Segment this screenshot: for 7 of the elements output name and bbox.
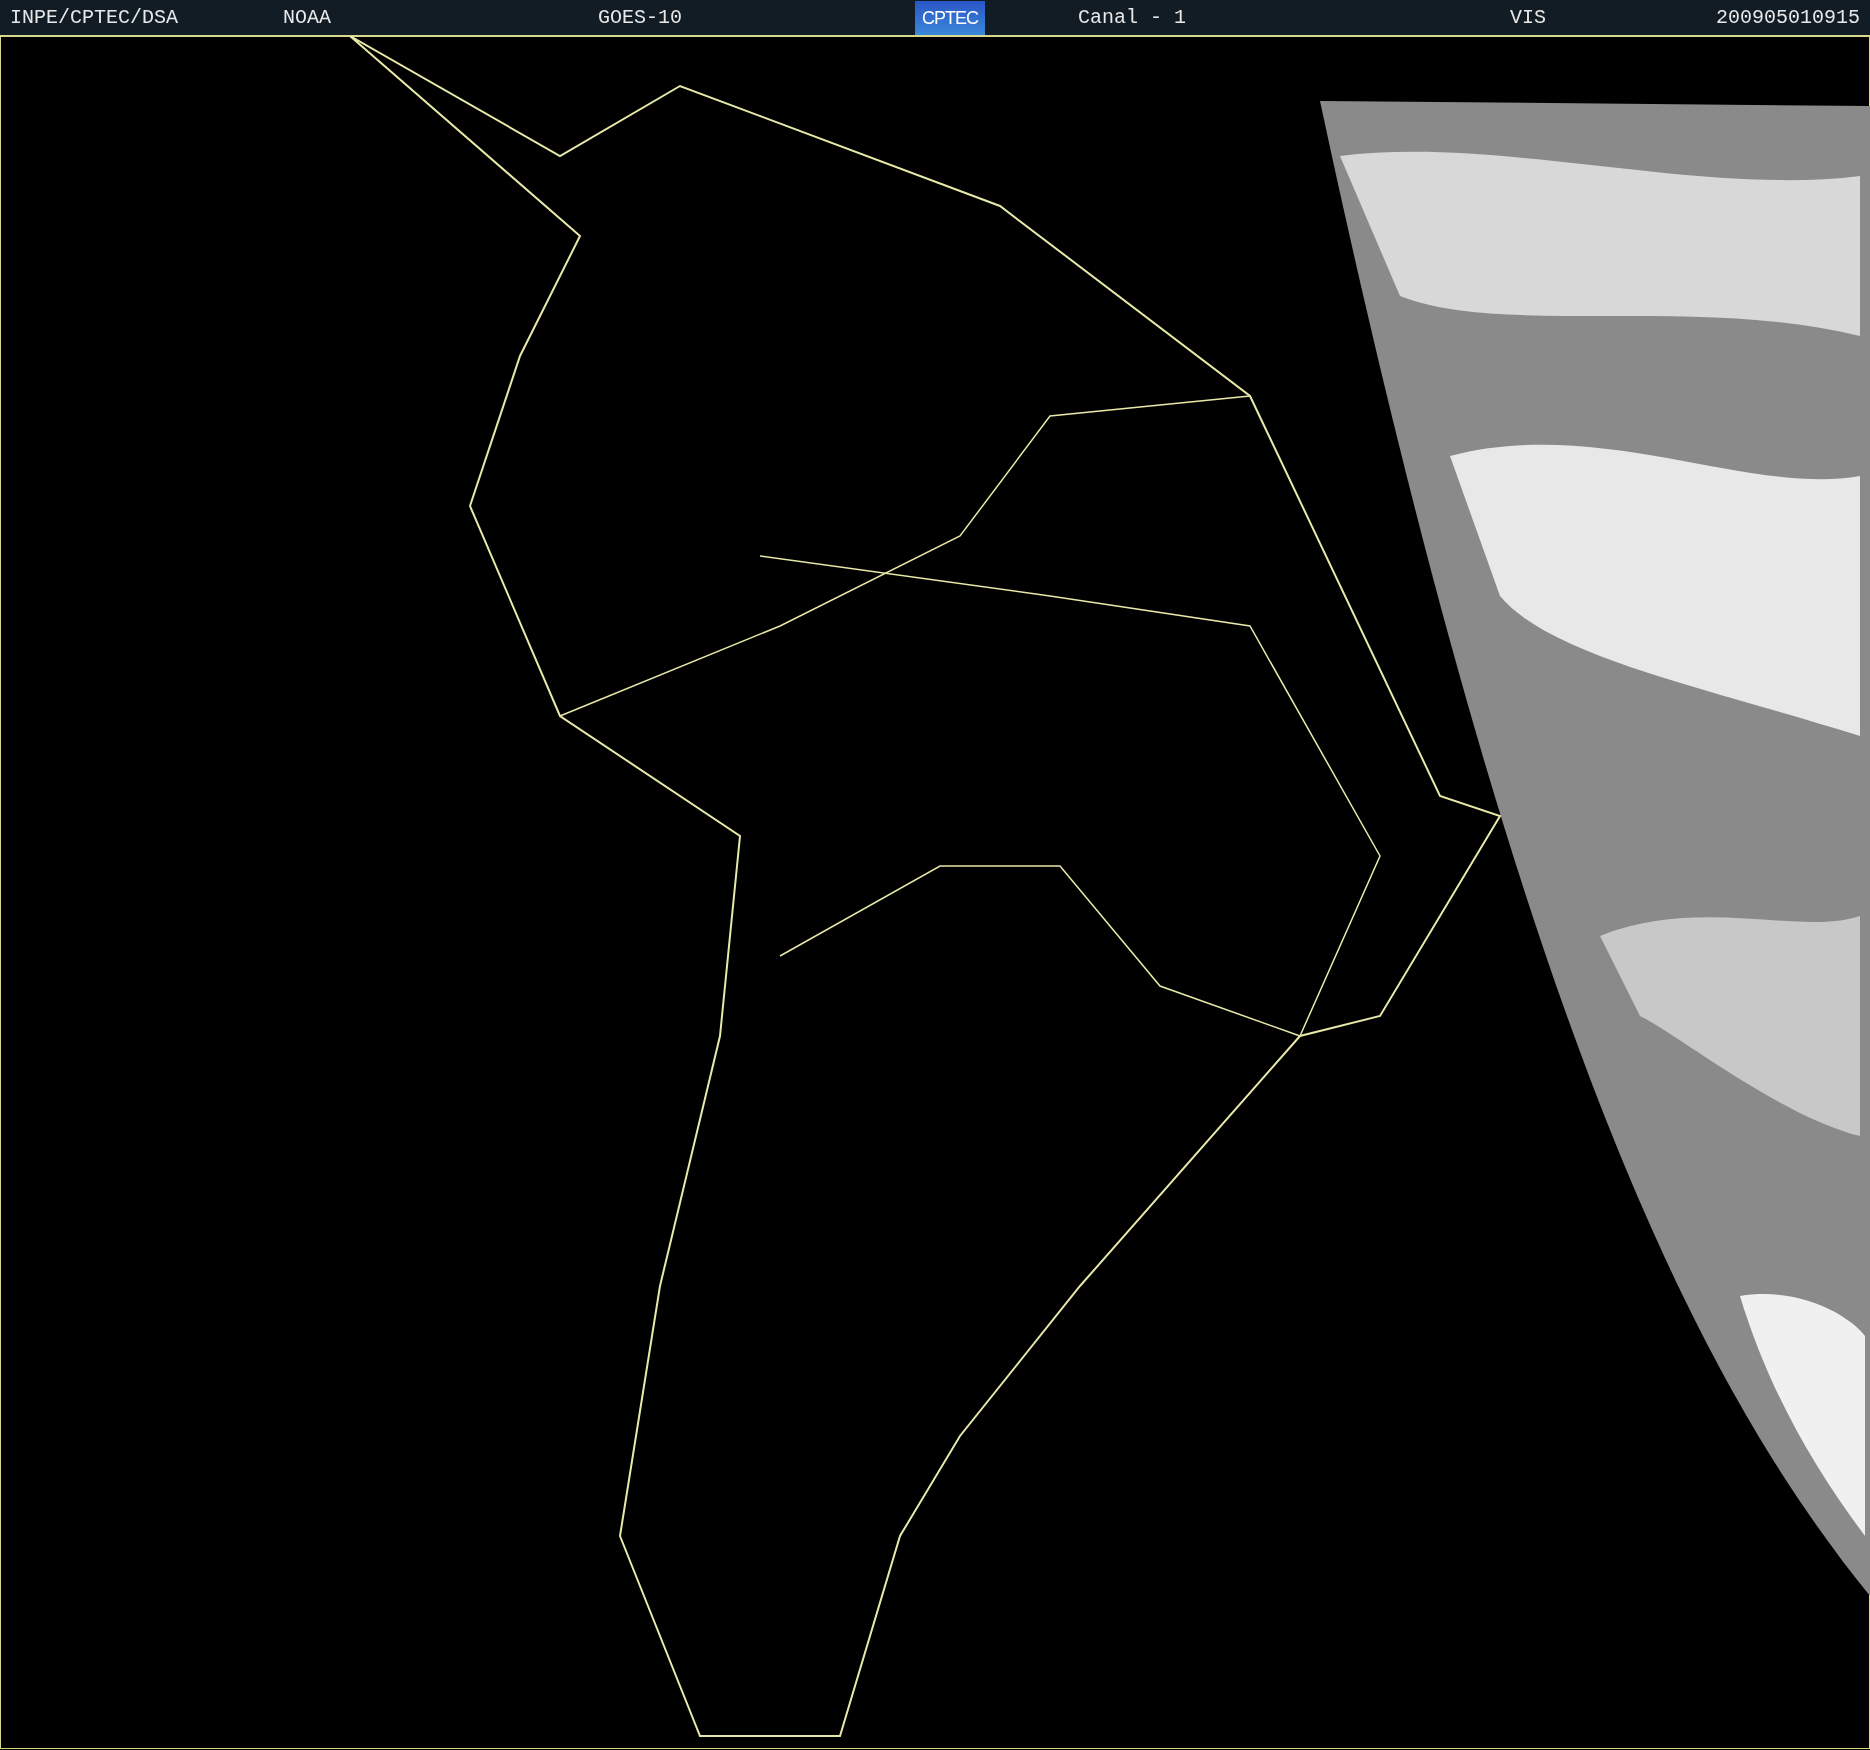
header-label: 200905010915 — [1715, 4, 1860, 31]
header-label: VIS — [1510, 4, 1547, 31]
header-label: INPE/CPTEC/DSA — [10, 4, 180, 31]
header-label: Canal - 1 — [1078, 4, 1188, 31]
header-label: NOAA — [283, 4, 332, 31]
logo: CPTEC — [915, 0, 985, 35]
header-label: GOES-10 — [598, 4, 683, 31]
